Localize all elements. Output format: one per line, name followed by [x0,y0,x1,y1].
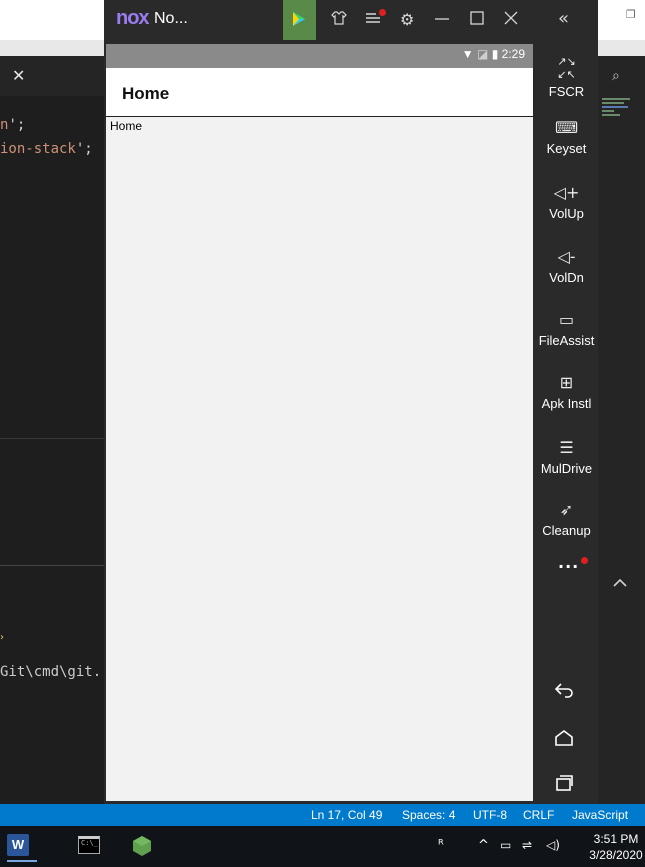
sidebar-item-keyset[interactable]: ⌨ Keyset [535,118,598,156]
code-string: ion-stack [0,141,76,157]
keyboard-icon: ⌨ [554,118,579,137]
search-icon[interactable]: ⌕ [612,68,620,84]
settings-icon[interactable]: ⚙ [400,10,414,29]
maximize-icon[interactable] [469,10,485,30]
sidebar-item-label: MulDrive [540,461,593,476]
home-text: Home [110,119,143,133]
encoding[interactable]: UTF-8 [473,808,507,822]
word-app-icon[interactable]: W [7,834,37,862]
volume-up-icon: ◁+ [553,183,580,202]
system-clock[interactable]: 3:51 PM 3/28/2020 [588,831,644,863]
notification-dot [379,9,386,16]
divider [0,438,104,439]
terminal-line: Git\cmd\git. [0,664,102,680]
indentation[interactable]: Spaces: 4 [402,808,455,822]
sidebar-item-label: Cleanup [542,523,591,538]
sidebar-item-muldrive[interactable]: ☰ MulDrive [535,438,598,476]
sidebar-item-label: FileAssist [538,333,595,348]
sidebar-item-cleanup[interactable]: ➶ Cleanup [535,500,598,538]
vscode-right-pane [598,56,645,804]
nodejs-icon[interactable] [131,835,153,857]
sidebar-item-volup[interactable]: ◁+ VolUp [535,183,598,221]
nox-window-title: No... [154,10,188,27]
status-icons: ▼ ◪ ▮ 2:29 [462,47,525,61]
home-icon[interactable] [553,727,581,755]
back-icon[interactable] [553,679,581,707]
command-prompt-icon[interactable]: C:\_ [78,836,100,854]
sidebar-item-label: VolUp [549,206,584,221]
recents-icon[interactable] [553,772,581,800]
sidebar-item-voldn[interactable]: ◁- VolDn [535,247,598,285]
people-icon[interactable]: ᴿ [438,838,444,853]
windows-taskbar: W C:\_ ᴿ ^ ▭ ⇌ ◁) 3:51 PM 3/28/2020 [0,826,645,867]
multi-drive-icon: ☰ [559,438,574,457]
nox-logo: nox [116,7,150,29]
sidebar-item-label: FSCR [548,84,585,99]
cursor-position[interactable]: Ln 17, Col 49 [311,808,382,822]
notification-dot [581,557,588,564]
close-tab-icon[interactable]: ✕ [12,66,25,85]
wifi-icon: ▼ [461,47,474,61]
volume-tray-icon[interactable]: ◁) [546,838,560,852]
app-screen[interactable]: Home [106,117,533,801]
play-store-button[interactable] [283,0,316,40]
chevron-up-tray-icon[interactable]: ^ [478,838,489,853]
app-header: Home [106,68,533,116]
status-time: 2:29 [501,47,525,61]
battery-tray-icon[interactable]: ▭ [500,838,511,852]
rocket-icon: ➶ [559,500,574,519]
chevron-up-icon[interactable] [613,573,627,592]
play-store-icon [293,12,305,26]
close-icon[interactable] [503,10,519,30]
apk-install-icon: ⊞ [559,373,574,392]
network-tray-icon[interactable]: ⇌ [522,838,532,852]
battery-icon: ▮ [491,47,499,61]
sidebar-item-fileassist[interactable]: ▭ FileAssist [535,310,598,348]
more-options-button[interactable]: ... [558,553,579,572]
sidebar-item-apk-install[interactable]: ⊞ Apk Instl [535,373,598,411]
sidebar-item-label: Keyset [546,141,587,156]
code-punct: '; [8,117,26,133]
theme-icon[interactable] [331,10,347,30]
code-line: n'; [0,117,25,133]
sidebar-item-fullscreen[interactable]: ↗↘ ↙↖ FSCR [535,55,598,99]
terminal-marker: › [0,632,4,643]
no-signal-icon: ◪ [477,47,489,61]
sidebar-item-label: Apk Instl [541,396,592,411]
android-status-bar: ▼ ◪ ▮ 2:29 [106,44,533,68]
language-mode[interactable]: JavaScript [572,808,628,822]
sidebar-item-label: VolDn [549,270,584,285]
collapse-sidebar-icon[interactable]: « [558,8,569,29]
fullscreen-icon: ↗↘ ↙↖ [557,55,576,81]
terminal-panel [0,565,104,805]
volume-down-icon: ◁- [557,247,576,266]
file-assist-icon: ▭ [558,310,575,329]
minimap[interactable] [602,98,632,138]
restore-window-icon[interactable]: ❐ [626,8,638,21]
clock-time: 3:51 PM [593,832,639,846]
page-title: Home [122,84,170,103]
code-line: ion-stack'; [0,141,93,157]
vscode-status-bar: Ln 17, Col 49 Spaces: 4 UTF-8 CRLF JavaS… [0,804,645,826]
minimize-icon[interactable] [434,10,450,30]
clock-date: 3/28/2020 [589,848,643,862]
line-endings[interactable]: CRLF [523,808,554,822]
code-punct: '; [75,141,93,157]
